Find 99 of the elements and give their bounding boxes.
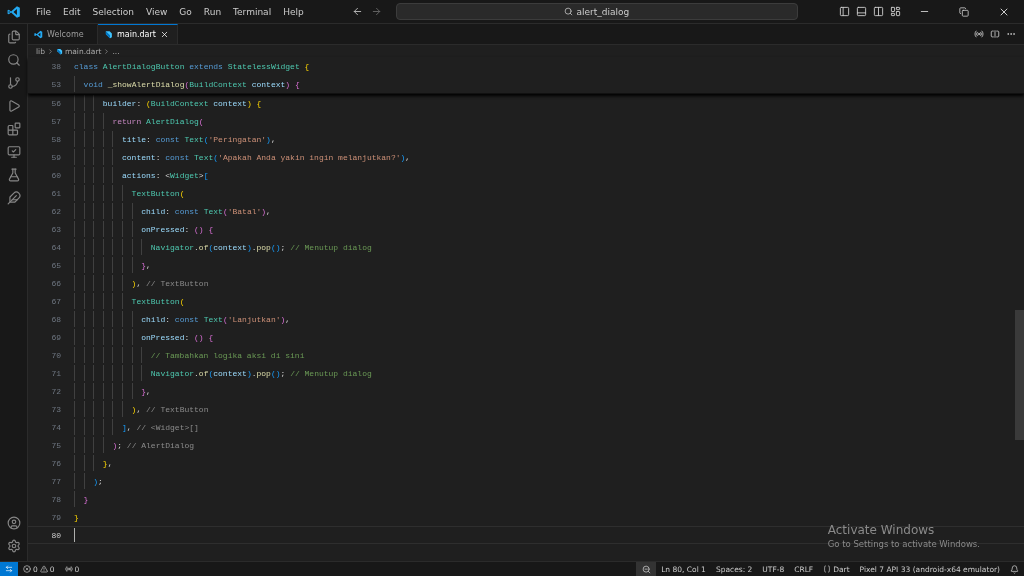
line-number: 58: [50, 134, 61, 144]
error-icon: [23, 565, 31, 573]
line-number: 66: [50, 278, 61, 288]
remote-icon: [5, 565, 13, 573]
line-number: 78: [50, 494, 61, 504]
chevron-icon: [46, 47, 54, 55]
code-line: actions: <Widget>[: [121, 170, 209, 180]
line-number: 59: [50, 152, 61, 162]
code-line: onPressed: () {: [140, 224, 214, 234]
code-line: Navigator.of(context).pop(); // Menutup dialog: [149, 242, 372, 252]
code-line: );: [92, 476, 103, 486]
code-line: ], // <Widget>[]: [121, 422, 199, 432]
monitor-icon[interactable]: [6, 145, 21, 159]
activation-message: Go to Settings to activate Windows.: [827, 539, 980, 549]
line-number: 60: [50, 170, 61, 180]
line-number: 79: [50, 512, 61, 522]
code-line: }: [74, 512, 79, 522]
secondary-sidebar-icon[interactable]: [873, 6, 884, 17]
line-number: 65: [50, 260, 61, 270]
menu-item[interactable]: Help: [277, 6, 310, 17]
editor-tab[interactable]: main.dart: [98, 24, 178, 44]
menu-item[interactable]: Run: [197, 6, 228, 17]
app-logo-icon: [7, 4, 21, 19]
line-number: 57: [50, 116, 61, 126]
sidebar-toggle-icon[interactable]: [839, 6, 850, 17]
code-line: content: const Text('Apakah Anda yakin ingin melanjutkan?'),: [121, 152, 411, 162]
settings-icon[interactable]: [6, 539, 21, 553]
line-number: 75: [50, 440, 61, 450]
line-number: 61: [50, 188, 61, 198]
run-icon[interactable]: [6, 99, 21, 113]
code-line: }: [82, 494, 89, 504]
menu-item[interactable]: Go: [173, 6, 198, 17]
code-line: title: const Text('Peringatan'),: [121, 134, 276, 144]
flask-icon[interactable]: [6, 168, 21, 182]
search-icon: [564, 7, 574, 16]
code-line: ), // TextButton: [130, 404, 209, 414]
line-number: 64: [50, 242, 61, 252]
code-line: builder: (BuildContext context) {: [101, 98, 262, 108]
line-number: 76: [50, 458, 61, 468]
line-number: 62: [50, 206, 61, 216]
activation-title: Activate Windows: [827, 523, 936, 537]
files-icon[interactable]: [6, 30, 21, 44]
line-number: 80: [50, 530, 61, 540]
text-cursor: [74, 528, 75, 542]
code-line: // Tambahkan logika aksi di sini: [149, 350, 305, 360]
line-number: 67: [50, 296, 61, 306]
line-number: 68: [50, 314, 61, 324]
line-number: 77: [50, 476, 61, 486]
forward-icon[interactable]: [370, 6, 382, 17]
back-icon[interactable]: [351, 6, 363, 17]
line-number: 56: [50, 98, 61, 108]
search-field[interactable]: alert_dialog: [395, 3, 798, 20]
broadcast-icon: [64, 565, 73, 573]
search-icon[interactable]: [6, 53, 21, 67]
code-line: return AlertDialog(: [111, 116, 204, 126]
code-line: onPressed: () {: [140, 332, 214, 342]
menu-item[interactable]: Terminal: [227, 6, 278, 17]
code-line: ), // TextButton: [130, 278, 209, 288]
menu-item[interactable]: File: [30, 6, 58, 17]
code-line: void _showAlertDialog(BuildContext context) {: [82, 79, 300, 89]
menu-item[interactable]: Selection: [86, 6, 140, 17]
line-number: 71: [50, 368, 61, 378]
code-line: child: const Text('Batal'),: [140, 206, 271, 216]
code-line: TextButton(: [130, 296, 185, 306]
code-line: ); // AlertDialog: [111, 440, 195, 450]
code-line: },: [140, 386, 151, 396]
line-number: 73: [50, 404, 61, 414]
broadcast-icon[interactable]: [974, 29, 984, 39]
line-number: 72: [50, 386, 61, 396]
panel-toggle-icon[interactable]: [856, 6, 867, 17]
line-number: 69: [50, 332, 61, 342]
code-line: },: [140, 260, 151, 270]
line-number: 74: [50, 422, 61, 432]
zoom-icon[interactable]: [636, 562, 657, 576]
branch-icon[interactable]: [6, 76, 21, 90]
extensions-icon[interactable]: [6, 122, 21, 136]
close-tab-icon[interactable]: [159, 30, 169, 39]
code-line: Navigator.of(context).pop(); // Menutup dialog: [149, 368, 372, 378]
dart-logo-icon: [104, 30, 113, 39]
menu-item[interactable]: View: [140, 6, 174, 17]
scrollbar-thumb[interactable]: [1015, 310, 1024, 440]
line-number: 38: [50, 61, 61, 71]
line-number: 70: [50, 350, 61, 360]
code-line: TextButton(: [130, 188, 185, 198]
warning-icon: [39, 565, 48, 573]
layout-icon[interactable]: [890, 6, 901, 17]
braces-icon: [823, 565, 832, 573]
vscode-logo-icon: [34, 30, 43, 39]
code-line: },: [101, 458, 113, 468]
chevron-icon: [103, 47, 111, 55]
code-line: child: const Text('Lanjutkan'),: [140, 314, 291, 324]
line-number: 53: [50, 79, 61, 89]
account-icon[interactable]: [6, 516, 21, 530]
menu-item[interactable]: Edit: [57, 6, 87, 17]
split-editor-icon[interactable]: [990, 29, 1000, 39]
dart-logo-icon: [55, 47, 63, 55]
code-line: class AlertDialogButton extends StatelessWidget {: [74, 61, 310, 71]
feather-icon[interactable]: [6, 191, 21, 205]
line-number: 63: [50, 224, 61, 234]
